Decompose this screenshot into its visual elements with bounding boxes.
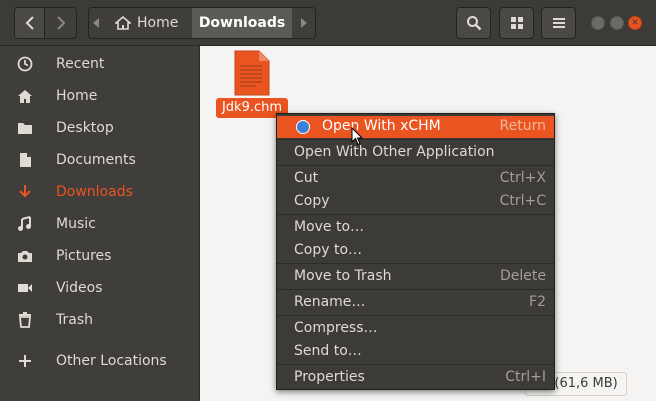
menu-item-open-with-xchm[interactable]: Open With xCHM Return <box>277 116 554 138</box>
menu-item-label: Properties <box>294 369 365 385</box>
menu-item-label: Open With xCHM <box>322 118 441 134</box>
home-icon <box>115 16 131 30</box>
breadcrumb-scroll-right[interactable] <box>292 7 316 39</box>
chm-file-icon[interactable] <box>234 50 270 96</box>
download-icon <box>16 183 34 201</box>
menu-item-label: Move to Trash <box>294 268 392 284</box>
menu-item-open-with-other[interactable]: Open With Other Application <box>277 142 554 164</box>
view-toggle-icon <box>510 17 523 29</box>
menu-item-label: Open With Other Application <box>294 144 495 160</box>
context-menu: Open With xCHM Return Open With Other Ap… <box>276 113 555 390</box>
menu-separator <box>277 315 554 316</box>
sidebar-item-label: Downloads <box>56 184 133 200</box>
menu-item-shortcut: Ctrl+I <box>505 369 546 385</box>
menu-item-label: Compress… <box>294 320 378 336</box>
sidebar-item-home[interactable]: Home <box>0 80 199 112</box>
menu-item-move-to[interactable]: Move to… <box>277 217 554 239</box>
menu-item-label: Rename… <box>294 294 366 310</box>
sidebar-item-label: Recent <box>56 56 105 72</box>
xchm-app-icon <box>296 120 310 134</box>
menu-item-label: Send to… <box>294 343 362 359</box>
sidebar-item-label: Other Locations <box>56 353 167 369</box>
menu-separator <box>277 165 554 166</box>
menu-item-copy[interactable]: Copy Ctrl+C <box>277 191 554 213</box>
chevron-left-icon <box>93 18 99 28</box>
sidebar-item-label: Home <box>56 88 98 104</box>
sidebar: Recent Home Desktop Documents Downloads … <box>0 46 200 401</box>
breadcrumb-home-label: Home <box>137 15 179 31</box>
menu-item-shortcut: Ctrl+X <box>499 170 546 186</box>
document-icon <box>16 151 34 169</box>
close-window-button[interactable]: ✕ <box>628 16 642 30</box>
menu-item-rename[interactable]: Rename… F2 <box>277 292 554 314</box>
menu-item-move-to-trash[interactable]: Move to Trash Delete <box>277 266 554 288</box>
sidebar-item-videos[interactable]: Videos <box>0 272 199 304</box>
clock-icon <box>16 55 34 73</box>
sidebar-item-label: Desktop <box>56 120 114 136</box>
header-bar: Home Downloads ✕ <box>0 0 656 46</box>
plus-icon <box>16 352 34 370</box>
menu-item-properties[interactable]: Properties Ctrl+I <box>277 367 554 389</box>
breadcrumb-current-label: Downloads <box>198 15 286 31</box>
menu-item-label: Copy to… <box>294 242 363 258</box>
hamburger-menu-icon <box>552 18 565 28</box>
menu-item-shortcut: Delete <box>500 268 546 284</box>
home-icon <box>16 87 34 105</box>
video-icon <box>16 279 34 297</box>
breadcrumb-downloads[interactable]: Downloads <box>192 7 293 39</box>
menu-separator <box>277 214 554 215</box>
sidebar-item-documents[interactable]: Documents <box>0 144 199 176</box>
menu-item-shortcut: F2 <box>529 294 546 310</box>
sidebar-item-label: Videos <box>56 280 103 296</box>
breadcrumb-home[interactable]: Home <box>103 7 193 39</box>
view-toggle-button[interactable] <box>499 7 534 39</box>
menu-item-label: Cut <box>294 170 319 186</box>
music-icon <box>16 215 34 233</box>
chevron-right-icon <box>300 18 307 28</box>
sidebar-item-trash[interactable]: Trash <box>0 304 199 336</box>
menu-item-send-to[interactable]: Send to… <box>277 341 554 363</box>
forward-button[interactable] <box>44 7 77 39</box>
sidebar-item-downloads[interactable]: Downloads <box>0 176 199 208</box>
menu-item-cut[interactable]: Cut Ctrl+X <box>277 168 554 190</box>
close-icon: ✕ <box>631 18 639 28</box>
search-icon <box>466 16 481 31</box>
forward-arrow-icon <box>56 16 65 30</box>
maximize-button[interactable] <box>610 16 624 30</box>
trash-icon <box>16 311 34 329</box>
back-arrow-icon <box>25 16 34 30</box>
menu-item-label: Copy <box>294 193 330 209</box>
sidebar-item-recent[interactable]: Recent <box>0 48 199 80</box>
menu-item-shortcut: Return <box>499 118 546 134</box>
mouse-pointer-icon <box>351 127 363 146</box>
sidebar-item-label: Trash <box>56 312 93 328</box>
menu-separator <box>277 289 554 290</box>
menu-separator <box>277 139 554 140</box>
sidebar-item-desktop[interactable]: Desktop <box>0 112 199 144</box>
camera-icon <box>16 247 34 265</box>
sidebar-item-other-locations[interactable]: Other Locations <box>0 345 199 377</box>
sidebar-item-label: Music <box>56 216 96 232</box>
menu-item-shortcut: Ctrl+C <box>499 193 546 209</box>
breadcrumb-scroll-left[interactable] <box>88 7 104 39</box>
sidebar-item-pictures[interactable]: Pictures <box>0 240 199 272</box>
minimize-button[interactable] <box>591 16 605 30</box>
menu-separator <box>277 263 554 264</box>
menu-item-label: Move to… <box>294 219 365 235</box>
search-button[interactable] <box>456 7 491 39</box>
menu-separator <box>277 364 554 365</box>
sidebar-item-label: Documents <box>56 152 136 168</box>
back-button[interactable] <box>14 7 45 39</box>
folder-icon <box>16 119 34 137</box>
menu-item-copy-to[interactable]: Copy to… <box>277 240 554 262</box>
sidebar-item-music[interactable]: Music <box>0 208 199 240</box>
sidebar-item-label: Pictures <box>56 248 112 264</box>
app-menu-button[interactable] <box>541 7 576 39</box>
menu-item-compress[interactable]: Compress… <box>277 318 554 340</box>
